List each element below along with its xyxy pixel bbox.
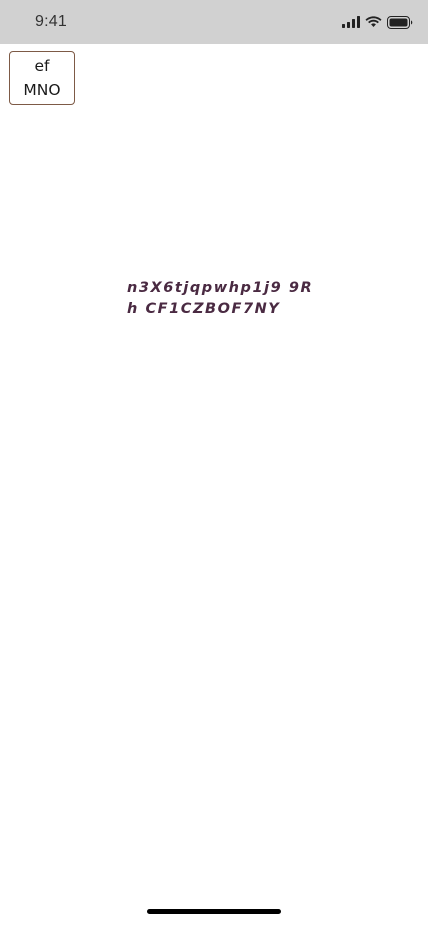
wifi-icon — [365, 16, 382, 27]
cellular-signal-icon — [342, 16, 360, 28]
home-indicator[interactable] — [147, 909, 281, 914]
status-bar: 9:41 — [0, 0, 428, 44]
top-button-line1: ef — [34, 57, 50, 75]
main-text-line2: h CF1CZBOF7NY — [127, 301, 281, 317]
status-time: 9:41 — [35, 13, 67, 30]
battery-icon — [387, 15, 413, 29]
main-text-line1: n3X6tjqpwhp1j9 9R — [127, 280, 314, 296]
status-icons — [342, 14, 413, 30]
top-button-line2: MNO — [23, 81, 61, 99]
main-text: n3X6tjqpwhp1j9 9R h CF1CZBOF7NY — [127, 278, 357, 320]
top-button[interactable]: ef MNO — [9, 51, 75, 105]
